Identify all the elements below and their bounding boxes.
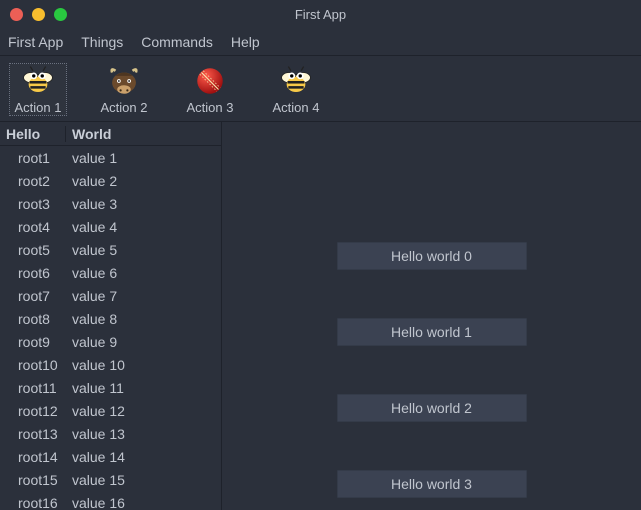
cell-world: value 10 [66,357,221,373]
menu-help[interactable]: Help [231,34,260,50]
table-row[interactable]: root8value 8 [0,307,221,330]
content-split: Hello World root1value 1root2value 2root… [0,122,641,510]
toolbar-action-3[interactable]: Action 3 [182,64,238,115]
hello-world-button[interactable]: Hello world 1 [337,318,527,346]
list-body[interactable]: root1value 1root2value 2root3value 3root… [0,146,221,510]
cell-world: value 3 [66,196,221,212]
toolbar-action-label: Action 2 [101,100,148,115]
cell-hello: root12 [0,403,66,419]
table-row[interactable]: root5value 5 [0,238,221,261]
menu-commands[interactable]: Commands [141,34,213,50]
cell-hello: root15 [0,472,66,488]
cell-hello: root5 [0,242,66,258]
window-title: First App [0,7,641,22]
cell-world: value 12 [66,403,221,419]
table-row[interactable]: root11value 11 [0,376,221,399]
toolbar-action-4[interactable]: Action 4 [268,64,324,115]
right-pane[interactable]: Hello world 0 Hello world 1 Hello world 2 H… [222,122,641,510]
cell-world: value 16 [66,495,221,510]
hello-world-button[interactable]: Hello world 0 [337,242,527,270]
yak-icon [107,64,141,98]
cell-hello: root9 [0,334,66,350]
hello-world-button[interactable]: Hello world 2 [337,394,527,422]
table-row[interactable]: root16value 16 [0,491,221,510]
cell-hello: root11 [0,380,66,396]
toolbar-action-label: Action 4 [273,100,320,115]
cell-world: value 14 [66,449,221,465]
cell-world: value 11 [66,380,221,396]
left-list-pane: Hello World root1value 1root2value 2root… [0,122,222,510]
cell-world: value 15 [66,472,221,488]
toolbar-action-label: Action 1 [15,100,62,115]
titlebar: First App [0,0,641,28]
cell-world: value 13 [66,426,221,442]
toolbar: Action 1 Action 2 [0,56,641,122]
cell-hello: root3 [0,196,66,212]
minimize-window-icon[interactable] [32,8,45,21]
toolbar-action-label: Action 3 [187,100,234,115]
cell-world: value 7 [66,288,221,304]
toolbar-action-2[interactable]: Action 2 [96,64,152,115]
cell-world: value 9 [66,334,221,350]
close-window-icon[interactable] [10,8,23,21]
menubar: First App Things Commands Help [0,28,641,56]
cell-hello: root16 [0,495,66,510]
cell-hello: root7 [0,288,66,304]
cell-world: value 2 [66,173,221,189]
cell-hello: root10 [0,357,66,373]
column-header-world[interactable]: World [66,126,221,142]
cell-hello: root4 [0,219,66,235]
bee-icon [21,64,55,98]
window-controls [10,8,67,21]
table-row[interactable]: root13value 13 [0,422,221,445]
cell-hello: root14 [0,449,66,465]
table-row[interactable]: root2value 2 [0,169,221,192]
toolbar-action-1[interactable]: Action 1 [10,64,66,115]
cell-world: value 8 [66,311,221,327]
cell-world: value 5 [66,242,221,258]
cell-hello: root2 [0,173,66,189]
table-row[interactable]: root15value 15 [0,468,221,491]
cricket-ball-icon [193,64,227,98]
menu-things[interactable]: Things [81,34,123,50]
cell-world: value 4 [66,219,221,235]
table-row[interactable]: root6value 6 [0,261,221,284]
table-row[interactable]: root10value 10 [0,353,221,376]
cell-world: value 6 [66,265,221,281]
maximize-window-icon[interactable] [54,8,67,21]
cell-hello: root1 [0,150,66,166]
list-header: Hello World [0,122,221,146]
table-row[interactable]: root9value 9 [0,330,221,353]
table-row[interactable]: root7value 7 [0,284,221,307]
cell-hello: root13 [0,426,66,442]
table-row[interactable]: root1value 1 [0,146,221,169]
menu-first-app[interactable]: First App [8,34,63,50]
table-row[interactable]: root4value 4 [0,215,221,238]
bee-icon [279,64,313,98]
table-row[interactable]: root14value 14 [0,445,221,468]
hello-world-button[interactable]: Hello world 3 [337,470,527,498]
table-row[interactable]: root3value 3 [0,192,221,215]
cell-world: value 1 [66,150,221,166]
column-header-hello[interactable]: Hello [0,126,66,142]
cell-hello: root8 [0,311,66,327]
cell-hello: root6 [0,265,66,281]
table-row[interactable]: root12value 12 [0,399,221,422]
